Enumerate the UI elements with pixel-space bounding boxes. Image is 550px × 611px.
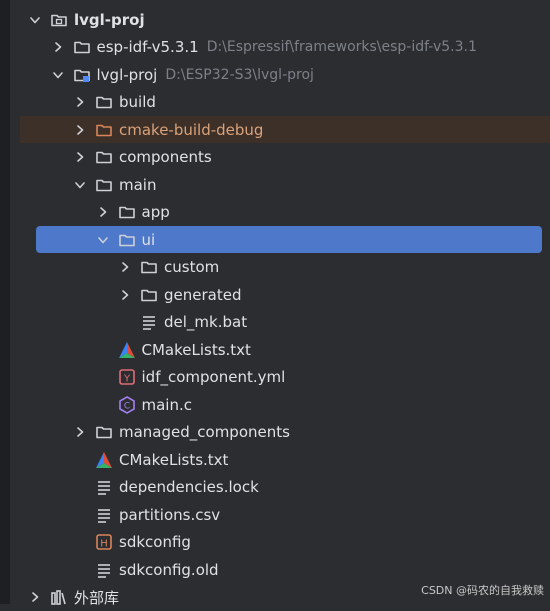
tree-item-label: ui bbox=[141, 230, 156, 249]
chevron-right-icon[interactable] bbox=[73, 95, 87, 109]
folder-icon bbox=[73, 38, 91, 56]
tree-item-label: lvgl-proj bbox=[96, 65, 158, 84]
chevron-right-icon[interactable] bbox=[28, 590, 42, 604]
chevron-right-icon[interactable] bbox=[73, 123, 87, 137]
chevron-down-icon[interactable] bbox=[96, 233, 110, 247]
cmake-icon bbox=[118, 341, 136, 359]
tree-item[interactable]: generated bbox=[20, 281, 550, 308]
folder-icon bbox=[140, 258, 158, 276]
chevron-right-icon[interactable] bbox=[51, 40, 65, 54]
watermark: CSDN @码农的自我救赎 bbox=[421, 584, 544, 597]
tree-item[interactable]: esp-idf-v5.3.1 D:\Espressif\frameworks\es… bbox=[20, 34, 550, 61]
tree-item[interactable]: build bbox=[20, 89, 550, 116]
tree-item[interactable]: managed_components bbox=[20, 419, 550, 446]
c-file-icon: C bbox=[118, 395, 136, 414]
excluded-folder-icon bbox=[95, 121, 113, 139]
project-tree-panel: lvgl-proj esp-idf-v5.3.1 D:\Espressif\fram… bbox=[10, 0, 550, 607]
folder-icon bbox=[118, 231, 136, 249]
module-icon bbox=[50, 11, 68, 29]
tree-item-label: lvgl-proj bbox=[74, 10, 145, 29]
tree-item[interactable]: app bbox=[20, 199, 550, 226]
tree-item-label: 外部库 bbox=[74, 588, 120, 607]
svg-text:C: C bbox=[123, 401, 129, 411]
tree-item[interactable]: dependencies.lock bbox=[20, 474, 550, 501]
tree-item[interactable]: main bbox=[20, 171, 550, 198]
tree-item[interactable]: ui bbox=[36, 226, 542, 253]
tree-item[interactable]: Yidf_component.yml bbox=[20, 364, 550, 391]
folder-icon bbox=[118, 203, 136, 221]
left-gutter bbox=[0, 0, 10, 604]
tree-item-path: D:\ESP32-S3\lvgl-proj bbox=[165, 66, 314, 83]
module-folder-icon bbox=[73, 66, 91, 84]
chevron-right-icon[interactable] bbox=[73, 425, 87, 439]
tree-item[interactable]: Cmain.c bbox=[20, 391, 550, 418]
tree-item[interactable]: Hsdkconfig bbox=[20, 529, 550, 556]
chevron-right-icon[interactable] bbox=[73, 150, 87, 164]
tree-item-label: dependencies.lock bbox=[119, 478, 259, 496]
tree-item[interactable]: del_mk.bat bbox=[20, 309, 550, 336]
tree-item[interactable]: partitions.csv bbox=[20, 501, 550, 528]
tree-item-label: cmake-build-debug bbox=[119, 120, 264, 139]
folder-icon bbox=[140, 286, 158, 304]
tree-item-label: del_mk.bat bbox=[164, 313, 248, 331]
text-file-icon bbox=[95, 478, 113, 496]
tree-item-label: CMakeLists.txt bbox=[119, 450, 229, 469]
tree-item[interactable]: sdkconfig.old bbox=[20, 556, 550, 583]
tree-item-path: D:\Espressif\frameworks\esp-idf-v5.3.1 bbox=[206, 39, 477, 55]
text-file-icon bbox=[95, 506, 113, 524]
folder-icon bbox=[95, 176, 113, 194]
tree-item[interactable]: CMakeLists.txt bbox=[20, 446, 550, 473]
tree-item-label: sdkconfig.old bbox=[119, 560, 219, 579]
tree-item-label: esp-idf-v5.3.1 bbox=[96, 38, 199, 56]
folder-icon bbox=[95, 93, 113, 111]
tree-item-label: main bbox=[119, 175, 157, 194]
tree-item[interactable]: lvgl-proj bbox=[20, 6, 550, 33]
tree-item-label: main.c bbox=[141, 395, 193, 414]
chevron-down-icon[interactable] bbox=[73, 178, 87, 192]
text-file-icon bbox=[140, 313, 158, 331]
text-file-icon bbox=[95, 561, 113, 579]
cmake-icon bbox=[95, 451, 113, 469]
chevron-right-icon[interactable] bbox=[118, 260, 132, 274]
tree-item-label: idf_component.yml bbox=[141, 368, 286, 386]
folder-icon bbox=[95, 423, 113, 441]
tree-item[interactable]: custom bbox=[20, 254, 550, 281]
tree-item[interactable]: CMakeLists.txt bbox=[20, 336, 550, 363]
tree-item-label: components bbox=[119, 148, 212, 166]
chevron-right-icon[interactable] bbox=[118, 288, 132, 302]
chevron-down-icon[interactable] bbox=[51, 68, 65, 82]
tree-item-label: generated bbox=[164, 285, 242, 304]
config-file-icon: H bbox=[95, 533, 113, 551]
tree-item-label: CMakeLists.txt bbox=[141, 340, 251, 359]
folder-icon bbox=[95, 148, 113, 166]
yaml-file-icon: Y bbox=[118, 368, 136, 386]
library-icon bbox=[50, 588, 68, 606]
tree-item-label: partitions.csv bbox=[119, 505, 221, 524]
chevron-right-icon[interactable] bbox=[96, 205, 110, 219]
svg-text:H: H bbox=[100, 539, 108, 550]
tree-item-label: app bbox=[141, 203, 170, 221]
tree-item[interactable]: cmake-build-debug bbox=[20, 116, 550, 143]
tree-item-label: custom bbox=[164, 258, 220, 276]
tree-item-label: build bbox=[119, 93, 156, 111]
svg-text:Y: Y bbox=[122, 374, 130, 385]
tree-item[interactable]: lvgl-proj D:\ESP32-S3\lvgl-proj bbox=[20, 61, 550, 88]
tree-item-label: sdkconfig bbox=[119, 533, 191, 551]
tree-item[interactable]: components bbox=[20, 144, 550, 171]
tree-item-label: managed_components bbox=[119, 423, 290, 441]
chevron-down-icon[interactable] bbox=[28, 13, 42, 27]
